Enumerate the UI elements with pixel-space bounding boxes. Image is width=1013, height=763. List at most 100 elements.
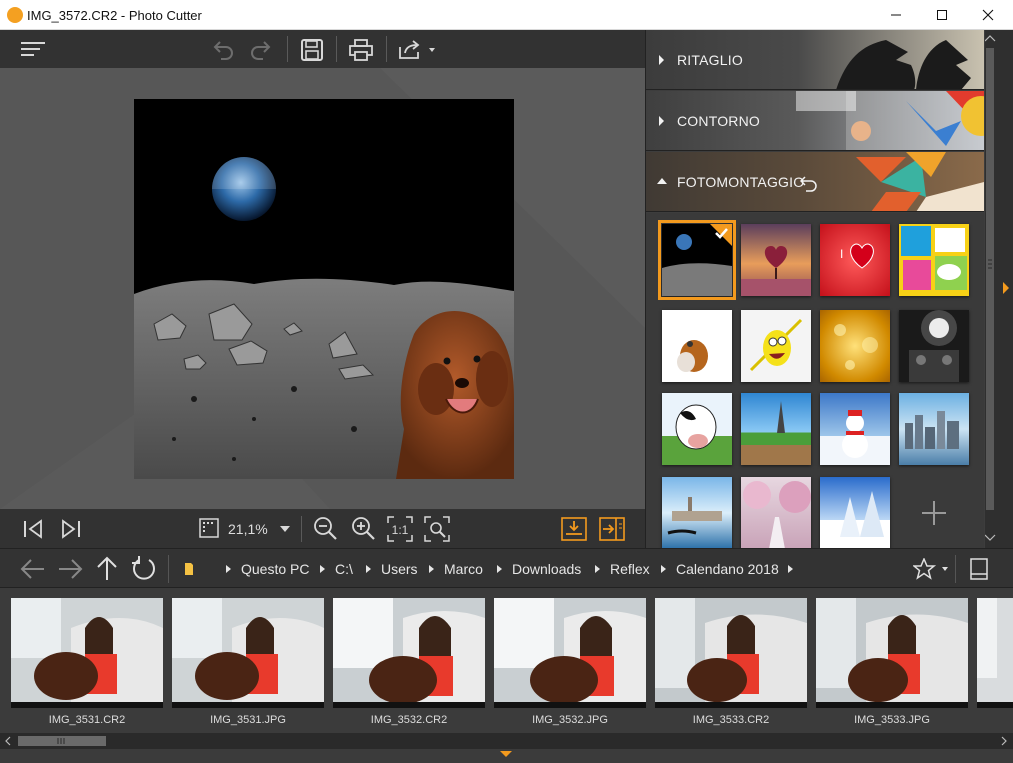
filmstrip-collapse-bar[interactable]: [0, 749, 1013, 763]
film-caption: IMG_3531.CR2: [48, 714, 126, 726]
app-logo-icon: [7, 7, 23, 23]
template-thumb-golden-bokeh[interactable]: [820, 310, 890, 382]
template-thumb-venice[interactable]: [662, 477, 732, 549]
film-caption: IMG_3532.CR2: [370, 714, 448, 726]
template-thumb-eiffel-tower[interactable]: [741, 393, 811, 465]
main-toolbar: [0, 30, 645, 68]
film-thumb-img-3532-jpg[interactable]: [494, 598, 646, 708]
film-caption: IMG_3531.JPG: [210, 714, 286, 726]
template-thumb-dog-cat[interactable]: [662, 310, 732, 382]
film-thumb-img-3533-cr2[interactable]: [655, 598, 807, 708]
reset-icon[interactable]: [800, 174, 818, 192]
collapse-filmstrip-icon: [500, 751, 512, 757]
breadcrumb-downloads[interactable]: Downloads: [512, 561, 581, 577]
film-thumb-img-3531-jpg[interactable]: [172, 598, 324, 708]
template-grid: I: [646, 213, 984, 549]
minimize-button[interactable]: [873, 0, 919, 30]
breadcrumb-marco[interactable]: Marco: [444, 561, 483, 577]
redo-icon[interactable]: [246, 30, 276, 68]
actual-size-icon[interactable]: 1:1: [386, 509, 414, 547]
zoom-value: 21,1%: [228, 521, 268, 537]
breadcrumb-chevron-icon: [661, 565, 666, 573]
panel-toggle-icon[interactable]: [965, 549, 995, 589]
last-image-icon[interactable]: [58, 509, 84, 547]
film-thumb-img-3531-cr2[interactable]: [11, 598, 163, 708]
film-caption: IMG_3533.JPG: [854, 714, 930, 726]
share-icon[interactable]: [396, 30, 440, 68]
filmstrip: IMG_3531.CR2 IMG_3531.JPG IMG_3532.CR2 I…: [0, 588, 1013, 733]
forward-arrow-icon[interactable]: [55, 549, 85, 589]
template-thumb-city-skyline[interactable]: [899, 393, 969, 465]
photomontage-preview[interactable]: [134, 99, 514, 479]
undo-icon[interactable]: [208, 30, 238, 68]
template-thumb-love-heart[interactable]: I: [820, 224, 890, 296]
close-button[interactable]: [965, 0, 1011, 30]
canvas-bottom-bar: 21,1% 1:1: [0, 509, 645, 549]
maximize-button[interactable]: [919, 0, 965, 30]
breadcrumb-chevron-icon: [595, 565, 600, 573]
actual-size-label: 1:1: [392, 523, 409, 537]
template-thumb-comic[interactable]: [899, 224, 969, 296]
template-thumb-smiley[interactable]: [741, 310, 811, 382]
section-label: CONTORNO: [677, 113, 761, 129]
star-icon[interactable]: [911, 549, 951, 589]
template-thumb-camera-flashes[interactable]: [899, 310, 969, 382]
zoom-dropdown[interactable]: [276, 509, 294, 547]
zoom-out-icon[interactable]: [311, 509, 339, 547]
section-contorno[interactable]: CONTORNO: [646, 91, 984, 151]
back-arrow-icon[interactable]: [18, 549, 48, 589]
window-title: IMG_3572.CR2 - Photo Cutter: [27, 8, 202, 23]
add-template-button[interactable]: [899, 477, 969, 549]
breadcrumb-users[interactable]: Users: [381, 561, 418, 577]
breadcrumb-chevron-icon: [366, 565, 371, 573]
breadcrumb-reflex[interactable]: Reflex: [610, 561, 650, 577]
collapse-arrow-icon: [657, 178, 667, 184]
template-thumb-blossom-path[interactable]: [741, 477, 811, 549]
breadcrumb-chevron-icon: [497, 565, 502, 573]
export-icon[interactable]: [560, 509, 588, 547]
refresh-icon[interactable]: [129, 549, 159, 589]
template-thumb-cow[interactable]: [662, 393, 732, 465]
section-label: FOTOMONTAGGIO: [677, 174, 805, 190]
breadcrumb-chevron-icon: [320, 565, 325, 573]
breadcrumb-chevron-icon: [429, 565, 434, 573]
up-arrow-icon[interactable]: [93, 549, 121, 589]
film-caption: IMG_3532.JPG: [532, 714, 608, 726]
image-canvas[interactable]: [0, 68, 645, 509]
film-thumb-partial[interactable]: [977, 598, 1013, 708]
first-image-icon[interactable]: [20, 509, 46, 547]
svg-text:I: I: [840, 247, 843, 261]
print-icon[interactable]: [346, 30, 376, 68]
expand-sidebar-arrow-icon: [1003, 282, 1009, 294]
zoom-region-icon[interactable]: [423, 509, 451, 547]
section-label: RITAGLIO: [677, 52, 743, 68]
expand-arrow-icon: [659, 55, 664, 65]
breadcrumb-questo-pc[interactable]: Questo PC: [241, 561, 309, 577]
template-thumb-moon[interactable]: [658, 220, 736, 300]
template-thumb-heart-tree[interactable]: [741, 224, 811, 296]
template-thumb-snowman[interactable]: [820, 393, 890, 465]
breadcrumb-chevron-icon: [788, 565, 793, 573]
breadcrumb-c-drive[interactable]: C:\: [335, 561, 353, 577]
folder-icon[interactable]: [181, 549, 199, 589]
breadcrumb-chevron-icon: [226, 565, 231, 573]
zoom-in-icon[interactable]: [349, 509, 377, 547]
breadcrumb-calendano-2018[interactable]: Calendano 2018: [676, 561, 779, 577]
expand-arrow-icon: [659, 116, 664, 126]
plus-icon: [922, 501, 946, 525]
template-thumb-snowy-trees[interactable]: [820, 477, 890, 549]
title-bar: IMG_3572.CR2 - Photo Cutter: [0, 0, 1013, 30]
section-fotomontaggio[interactable]: FOTOMONTAGGIO: [646, 152, 984, 212]
compare-icon[interactable]: [598, 509, 626, 547]
sidebar-scrollbar[interactable]: [985, 30, 1013, 548]
file-navigation-bar: Questo PC C:\ Users Marco Downloads Refl…: [0, 548, 1013, 588]
filmstrip-scrollbar[interactable]: [0, 733, 1013, 749]
film-thumb-img-3532-cr2[interactable]: [333, 598, 485, 708]
section-ritaglio[interactable]: RITAGLIO: [646, 30, 984, 90]
save-icon[interactable]: [297, 30, 327, 68]
hamburger-icon[interactable]: [18, 30, 48, 68]
film-thumb-img-3533-jpg[interactable]: [816, 598, 968, 708]
film-caption: IMG_3533.CR2: [692, 714, 770, 726]
tools-sidebar: RITAGLIO CONTORNO FOTOMONTAGGIO I: [645, 30, 985, 549]
fit-icon[interactable]: [196, 509, 222, 547]
